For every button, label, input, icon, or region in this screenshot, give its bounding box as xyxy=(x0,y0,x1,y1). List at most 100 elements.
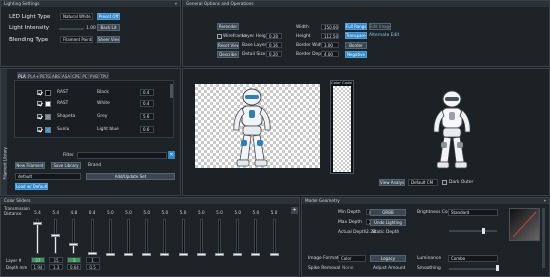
slider-handle[interactable] xyxy=(233,253,243,256)
filament-td-input[interactable]: 5.6 xyxy=(140,113,154,120)
slider-handle[interactable] xyxy=(215,253,224,256)
filament-row[interactable]: Sunlu Light blue 0.6 xyxy=(37,125,163,136)
layer-height-input[interactable]: 0.28 xyxy=(266,33,282,39)
slider-handle[interactable] xyxy=(160,253,170,256)
tab-pla[interactable]: PLA xyxy=(17,72,27,79)
tab-abs[interactable]: ABS xyxy=(51,72,61,79)
base-layer-input[interactable]: 0.16 xyxy=(266,42,282,48)
depth-curve-preview[interactable] xyxy=(509,208,540,241)
slider-track[interactable] xyxy=(145,219,149,254)
filament-row[interactable]: RAST White 0.4 xyxy=(37,99,163,110)
slider-handle[interactable] xyxy=(251,253,261,256)
slider-track[interactable] xyxy=(199,219,203,254)
default-set-input[interactable]: default xyxy=(15,173,81,180)
filament-row[interactable]: Shapeta Grey 5.6 xyxy=(37,112,163,123)
tab-cpe[interactable]: CPE xyxy=(71,72,81,79)
slider-track[interactable] xyxy=(218,219,221,254)
border-button[interactable]: Border xyxy=(345,42,367,49)
luminance-select[interactable]: Combo xyxy=(448,255,498,262)
slider-handle[interactable] xyxy=(196,253,206,256)
slider-track[interactable] xyxy=(272,219,276,254)
panel-menu-icon[interactable]: ▾ xyxy=(175,1,177,7)
tab-asa[interactable]: ASA xyxy=(61,72,71,79)
default-cm-select[interactable]: Default CM xyxy=(408,179,438,186)
color-slider[interactable]: 5.4 27 1.94 xyxy=(30,210,47,277)
slider-handle[interactable] xyxy=(269,253,279,256)
slider-handle[interactable] xyxy=(105,253,115,256)
filament-enabled-checkbox[interactable] xyxy=(37,90,42,95)
view-analysis-button[interactable]: View Analysis xyxy=(379,179,405,186)
filament-td-input[interactable]: 0.4 xyxy=(140,100,154,107)
border-width-input[interactable]: 3.00 xyxy=(321,42,339,48)
filament-td-input[interactable]: 0.4 xyxy=(140,89,154,96)
edit-image-button[interactable]: Edit Image xyxy=(369,23,391,30)
legacy-button[interactable]: Legacy xyxy=(370,255,406,262)
brightness-range-slider[interactable] xyxy=(449,230,497,232)
filament-td-input[interactable]: 0.6 xyxy=(140,126,154,133)
blending-type-select[interactable]: Filament Painting xyxy=(60,36,93,43)
load-defaults-button[interactable]: Load w/ Defaults xyxy=(15,183,48,190)
slider-handle[interactable] xyxy=(51,233,61,237)
undo-lighting-button[interactable]: Undo Lighting xyxy=(370,219,406,226)
back-lit-button[interactable]: Back Lit xyxy=(97,24,120,31)
color-slider[interactable]: 4.8 5 0.64 xyxy=(66,210,83,277)
color-slider[interactable]: 5.0 xyxy=(139,210,156,277)
tab-pc[interactable]: PC xyxy=(81,72,89,79)
width-input[interactable]: 150.00 xyxy=(321,24,339,30)
color-slider[interactable]: 5.0 xyxy=(212,210,229,277)
slider-track[interactable] xyxy=(127,219,130,254)
slider-track[interactable] xyxy=(72,219,76,254)
color-slider[interactable]: 5.0 xyxy=(103,210,120,277)
slider-track[interactable] xyxy=(236,219,240,254)
slider-track[interactable] xyxy=(181,219,185,254)
brightness-comp-select[interactable]: Standard xyxy=(448,209,498,216)
smoothing-handle[interactable] xyxy=(496,265,499,271)
transparent-button[interactable]: Transparent xyxy=(345,32,367,39)
tab-tpu[interactable]: TPU xyxy=(99,72,109,79)
preset-off-button[interactable]: Preset Off xyxy=(97,13,120,20)
panel-menu-icon[interactable]: ▾ xyxy=(544,198,546,204)
color-slider[interactable]: 0.4 1 0.5 xyxy=(85,210,102,277)
tab-pvb[interactable]: PVB xyxy=(89,72,99,79)
color-slider[interactable]: 5.0 xyxy=(121,210,138,277)
height-input[interactable]: 112.50 xyxy=(321,33,339,39)
tab-petg[interactable]: PETG xyxy=(39,72,51,79)
negative-button[interactable]: Negative xyxy=(345,51,367,58)
filament-enabled-checkbox[interactable] xyxy=(37,127,42,132)
tab-pla-plus[interactable]: PLA+ xyxy=(27,72,39,79)
sheer-view-button[interactable]: Sheer View xyxy=(97,36,120,43)
color-slider[interactable]: 5.0 xyxy=(176,210,193,277)
describe-button[interactable]: Describe xyxy=(217,51,239,58)
filament-enabled-checkbox[interactable] xyxy=(37,114,42,119)
filter-clear-icon[interactable]: ✕ xyxy=(168,151,175,159)
filter-input[interactable] xyxy=(77,152,167,159)
border-depth-input[interactable]: 4.00 xyxy=(321,51,339,57)
slider-track[interactable] xyxy=(163,219,167,254)
slider-track[interactable] xyxy=(254,219,258,254)
filament-enabled-checkbox[interactable] xyxy=(37,101,42,106)
color-slider[interactable]: 5.0 xyxy=(230,210,247,277)
add-update-set-button[interactable]: Add/Update Set xyxy=(86,173,175,180)
slider-handle[interactable] xyxy=(142,253,152,256)
slider-handle[interactable] xyxy=(124,253,133,256)
slider-handle[interactable] xyxy=(178,253,188,256)
color-slider[interactable]: 5.0 xyxy=(157,210,174,277)
brightness-range-handle[interactable] xyxy=(482,228,485,234)
color-slider[interactable]: 5.0 xyxy=(267,210,284,277)
detail-size-input[interactable]: 0.20 xyxy=(266,51,282,57)
full-range-button[interactable]: Full Range xyxy=(345,23,367,30)
light-intensity-slider[interactable] xyxy=(59,28,84,30)
color-slider[interactable]: 5.4 15 1.3 xyxy=(48,210,65,277)
led-light-type-select[interactable]: Natural White 4000K xyxy=(60,13,93,20)
filament-row[interactable]: RAST Black 0.4 xyxy=(37,88,163,99)
spike-removal-value[interactable]: None xyxy=(342,266,353,271)
color-slider[interactable]: 5.0 xyxy=(248,210,265,277)
slider-handle[interactable] xyxy=(33,221,42,225)
wireframe-checkbox[interactable] xyxy=(217,34,222,39)
sliders-add-icon[interactable]: + xyxy=(291,207,298,214)
dark-outer-checkbox[interactable] xyxy=(442,180,447,185)
slider-track[interactable] xyxy=(108,219,112,254)
slider-handle[interactable] xyxy=(87,251,97,255)
depth-curve-scrollbar[interactable] xyxy=(542,208,545,268)
new-filament-button[interactable]: New Filament xyxy=(15,162,45,169)
